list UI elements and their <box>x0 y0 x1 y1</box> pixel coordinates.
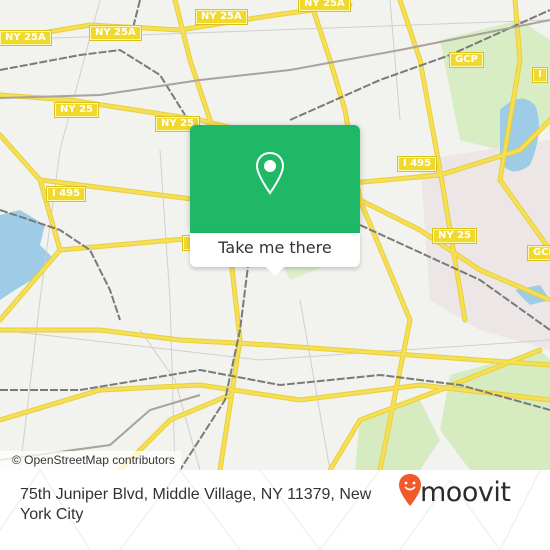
moovit-brand[interactable]: moovit <box>420 475 511 511</box>
address-text: 75th Juniper Blvd, Middle Village, NY 11… <box>20 486 372 523</box>
park-area <box>355 400 440 470</box>
road-shield: GCP <box>527 245 550 261</box>
map-pin-icon <box>255 151 285 200</box>
road-shield: NY 25 <box>53 102 100 118</box>
road-shield: NY 25A <box>195 9 248 25</box>
road-shield: I 495 <box>45 186 87 202</box>
road-shield: NY 25 <box>431 228 478 244</box>
popup-pointer <box>265 266 285 276</box>
road-shield: NY 25A <box>89 25 142 41</box>
road-shield: I <box>532 67 548 83</box>
take-me-there-button[interactable]: Take me there <box>190 233 360 267</box>
moovit-logo-icon <box>398 472 422 512</box>
road-shield: I 495 <box>396 156 438 172</box>
road-shield: GCP <box>449 52 484 68</box>
road-shield: NY 25A <box>0 30 52 46</box>
road-shield: NY 25A <box>298 0 351 12</box>
map-attribution[interactable]: © OpenStreetMap contributors <box>0 451 181 470</box>
